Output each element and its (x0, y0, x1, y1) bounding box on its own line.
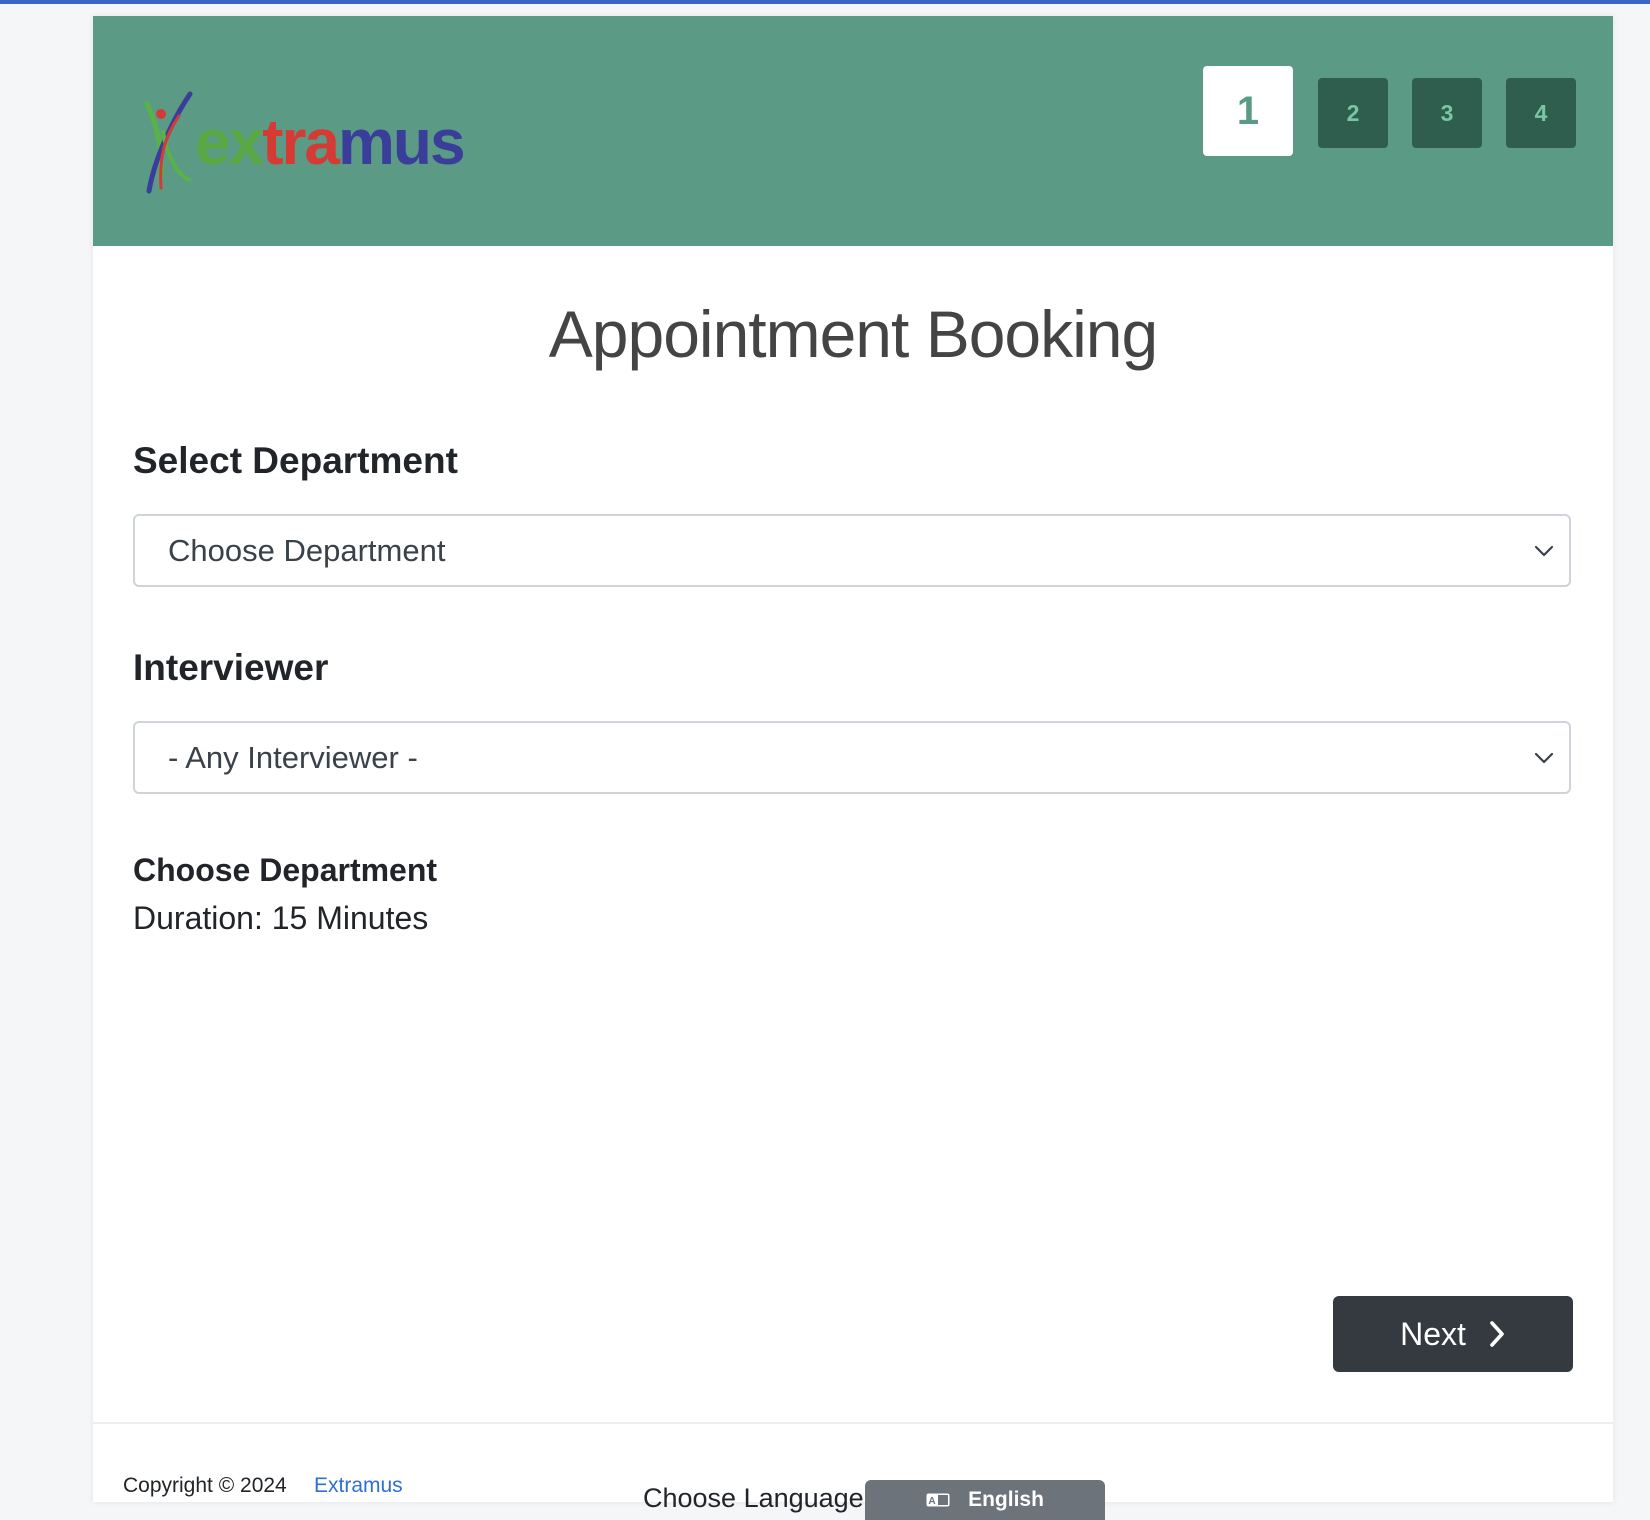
step-1-indicator: 1 (1203, 66, 1293, 156)
department-select-value: Choose Department (168, 532, 446, 568)
browser-top-accent (0, 0, 1650, 4)
booking-card: extramus 1 2 3 4 Appointment Booking Sel… (93, 16, 1613, 1520)
summary-title: Choose Department (133, 852, 438, 888)
extramus-logo: extramus (135, 76, 495, 196)
summary-duration: Duration: 15 Minutes (133, 900, 429, 936)
chevron-down-icon (1534, 752, 1554, 763)
translate-icon: A (926, 1493, 950, 1507)
next-button-label: Next (1400, 1315, 1466, 1352)
interviewer-label: Interviewer (133, 647, 329, 688)
extramus-link[interactable]: Extramus (314, 1474, 403, 1498)
svg-text:extramus: extramus (195, 106, 464, 178)
chevron-down-icon (1534, 545, 1554, 556)
department-select[interactable]: Choose Department (133, 514, 1571, 587)
department-label: Select Department (133, 440, 458, 481)
next-button[interactable]: Next (1333, 1296, 1573, 1372)
header-bar: extramus 1 2 3 4 (93, 16, 1613, 246)
language-label: Choose Language (643, 1483, 864, 1513)
interviewer-select[interactable]: - Any Interviewer - (133, 721, 1571, 794)
step-4-indicator: 4 (1506, 78, 1576, 148)
language-button[interactable]: A English (865, 1480, 1105, 1520)
page-title: Appointment Booking (548, 297, 1158, 371)
step-3-indicator: 3 (1412, 78, 1482, 148)
interviewer-select-value: - Any Interviewer - (168, 739, 418, 775)
footer-divider (93, 1422, 1613, 1424)
step-2-indicator: 2 (1318, 78, 1388, 148)
copyright-text: Copyright © 2024 (123, 1474, 287, 1497)
chevron-right-icon (1490, 1321, 1504, 1347)
language-button-label: English (968, 1488, 1044, 1511)
